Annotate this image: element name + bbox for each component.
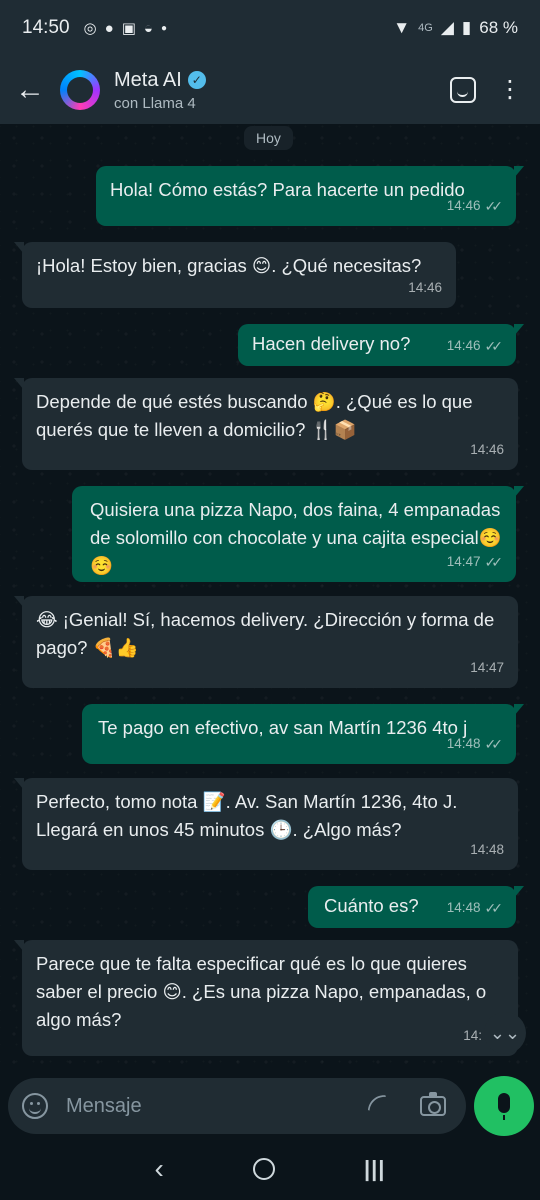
status-bar: 14:50 ◎ ● ▣ ◒ ● ▼ 4G ◢ ▮ 68 % xyxy=(0,0,540,56)
more-options-icon[interactable]: ⋮ xyxy=(498,78,522,102)
message-bubble[interactable]: ¡Hola! Estoy bien, gracias 😊. ¿Qué neces… xyxy=(14,242,456,308)
dot-icon: ● xyxy=(160,22,167,34)
day-separator: Hoy xyxy=(244,126,293,150)
message-text: Te pago en efectivo, av san Martín 1236 … xyxy=(98,717,468,738)
message-meta: 14:46 ✓✓ xyxy=(446,192,504,220)
nav-back-icon[interactable]: ‹ xyxy=(155,1153,164,1185)
notification-icons: ◎ ● ▣ ◒ ● xyxy=(83,19,167,38)
message-meta: 14: xyxy=(463,1022,482,1050)
signal-icon: ◢ xyxy=(440,18,454,37)
emoji-icon[interactable] xyxy=(22,1093,48,1119)
message-input[interactable] xyxy=(66,1094,346,1118)
message-bubble[interactable]: Parece que te falta especificar qué es l… xyxy=(14,940,518,1056)
voice-message-button[interactable] xyxy=(474,1076,534,1136)
paperclip-icon[interactable]: ⌒ xyxy=(360,1085,401,1127)
wifi-icon: ▼ xyxy=(393,18,411,37)
message-bubble[interactable]: Depende de qué estés buscando 🤔. ¿Qué es… xyxy=(14,378,518,470)
instagram-icon: ▣ xyxy=(121,20,136,37)
message-time: 14:48 xyxy=(446,736,481,751)
scroll-to-bottom-button[interactable]: ⌄⌄ xyxy=(484,1012,526,1054)
read-ticks-icon: ✓✓ xyxy=(484,900,504,916)
message-bubble[interactable]: Te pago en efectivo, av san Martín 1236 … xyxy=(82,704,524,764)
message-meta: 14:46 ✓✓ xyxy=(446,332,504,360)
message-bubble[interactable]: Hacen delivery no? 14:46 ✓✓ xyxy=(238,324,524,366)
nav-recents-icon[interactable]: ||| xyxy=(364,1156,385,1182)
message-bubble[interactable]: Hola! Cómo estás? Para hacerte un pedido… xyxy=(96,166,524,226)
read-ticks-icon: ✓✓ xyxy=(484,554,504,570)
message-text: Depende de qué estés buscando 🤔. ¿Qué es… xyxy=(36,391,473,440)
message-text: Perfecto, tomo nota 📝. Av. San Martín 12… xyxy=(36,791,458,840)
message-meta: 14:48 ✓✓ xyxy=(446,894,504,922)
composer: ⌒ xyxy=(0,1076,540,1138)
system-indicators: ▼ 4G ◢ ▮ 68 % xyxy=(393,18,518,38)
chat-area[interactable]: Hoy Hola! Cómo estás? Para hacerte un pe… xyxy=(0,124,540,1076)
message-input-box: ⌒ xyxy=(8,1078,466,1134)
message-time: 14:47 xyxy=(470,660,504,675)
contact-name-row: Meta AI ✓ xyxy=(114,69,206,92)
read-ticks-icon: ✓✓ xyxy=(484,338,504,354)
message-bubble[interactable]: 😂 ¡Genial! Sí, hacemos delivery. ¿Direcc… xyxy=(14,596,518,688)
verified-badge-icon: ✓ xyxy=(187,71,206,89)
battery-icon: ▮ xyxy=(461,18,472,37)
message-time: 14:48 xyxy=(446,900,481,915)
message-text: Parece que te falta especificar qué es l… xyxy=(36,953,487,1030)
message-time: 14:47 xyxy=(446,554,481,569)
message-meta: 14:48 ✓✓ xyxy=(446,730,504,758)
microphone-icon xyxy=(498,1093,510,1120)
message-bubble[interactable]: Perfecto, tomo nota 📝. Av. San Martín 12… xyxy=(14,778,518,870)
mask-icon: ◒ xyxy=(143,19,153,37)
contact-info[interactable]: Meta AI ✓ con Llama 4 xyxy=(114,69,206,112)
message-meta: 14:48 xyxy=(470,836,504,864)
message-time: 14: xyxy=(463,1028,482,1043)
chat-icon: ● xyxy=(104,19,114,37)
message-text: Quisiera una pizza Napo, dos faina, 4 em… xyxy=(90,499,502,576)
message-time: 14:46 xyxy=(408,280,442,295)
battery-level: 68 % xyxy=(479,18,518,37)
message-time: 14:46 xyxy=(470,442,504,457)
chat-header: ← Meta AI ✓ con Llama 4 ⋮ xyxy=(0,56,540,124)
message-text: ¡Hola! Estoy bien, gracias 😊. ¿Qué neces… xyxy=(36,255,422,276)
message-text: Hacen delivery no? xyxy=(252,333,411,354)
message-text: Cuánto es? xyxy=(324,895,419,916)
status-time: 14:50 xyxy=(22,17,70,38)
meta-ai-avatar[interactable] xyxy=(60,70,100,110)
whatsapp-icon: ◎ xyxy=(83,20,97,37)
read-ticks-icon: ✓✓ xyxy=(484,198,504,214)
message-bubble[interactable]: Cuánto es? 14:48 ✓✓ xyxy=(308,886,524,928)
back-arrow-icon[interactable]: ← xyxy=(0,56,60,124)
message-meta: 14:46 xyxy=(470,436,504,464)
message-text: Hola! Cómo estás? Para hacerte un pedido xyxy=(110,179,465,200)
message-text: 😂 ¡Genial! Sí, hacemos delivery. ¿Direcc… xyxy=(36,609,495,658)
read-ticks-icon: ✓✓ xyxy=(484,736,504,752)
message-bubble[interactable]: Quisiera una pizza Napo, dos faina, 4 em… xyxy=(72,486,524,582)
contact-subtitle: con Llama 4 xyxy=(114,94,196,112)
ai-imagine-icon[interactable] xyxy=(450,77,476,103)
system-navigation-bar: ‹ ||| xyxy=(0,1138,540,1200)
message-time: 14:48 xyxy=(470,842,504,857)
message-time: 14:46 xyxy=(446,198,481,213)
nav-home-icon[interactable] xyxy=(252,1158,275,1180)
network-label: 4G xyxy=(418,22,433,34)
contact-name: Meta AI xyxy=(114,68,182,91)
message-meta: 14:47 ✓✓ xyxy=(446,548,504,576)
double-chevron-down-icon: ⌄⌄ xyxy=(489,1022,521,1043)
message-meta: 14:46 xyxy=(408,274,442,302)
message-time: 14:46 xyxy=(446,338,481,353)
header-actions: ⋮ xyxy=(450,77,540,103)
message-meta: 14:47 xyxy=(470,654,504,682)
camera-icon[interactable] xyxy=(420,1092,446,1116)
